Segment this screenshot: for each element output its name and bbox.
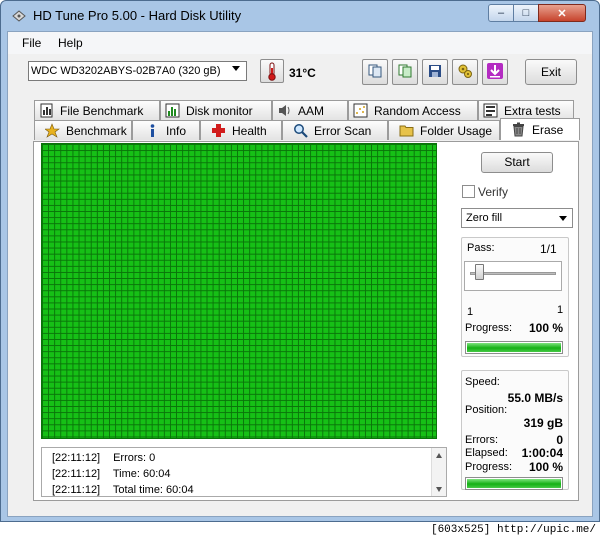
tab-label: Benchmark <box>66 123 127 138</box>
start-button[interactable]: Start <box>481 152 553 173</box>
exit-button[interactable]: Exit <box>525 59 577 85</box>
tab-info[interactable]: Info <box>132 120 200 140</box>
pass-label: Pass: <box>467 242 495 254</box>
tab-label: Error Scan <box>314 123 372 138</box>
tab-label: Random Access <box>374 103 461 118</box>
drive-select[interactable]: WDC WD3202ABYS-02B7A0 (320 gB) <box>28 61 247 81</box>
tab-label: Health <box>232 123 267 138</box>
log-scrollbar[interactable] <box>431 448 446 496</box>
tab-label: File Benchmark <box>60 103 144 118</box>
speed-label: Speed: <box>465 376 500 388</box>
menu-help[interactable]: Help <box>58 36 83 50</box>
total-progress-bar <box>465 477 563 490</box>
copy-text-icon <box>367 63 383 82</box>
extra-tests-icon <box>483 103 498 118</box>
slider-thumb[interactable] <box>475 264 484 280</box>
speed-value: 55.0 MB/s <box>507 391 563 405</box>
log-entry: [22:11:12] Total time: 60:04 <box>52 484 194 496</box>
copy-screenshot-button[interactable] <box>392 59 418 85</box>
tab-label: AAM <box>298 103 325 118</box>
position-label: Position: <box>465 404 508 416</box>
scroll-up-icon[interactable] <box>436 453 442 458</box>
progress-value-total: 100 % <box>528 460 563 474</box>
slider-max: 1 <box>557 304 564 316</box>
tab-error-scan[interactable]: Error Scan <box>282 120 388 140</box>
tab-aam[interactable]: AAM <box>272 100 348 120</box>
close-button[interactable]: ✕ <box>538 4 586 22</box>
log-list[interactable]: [22:11:12] Errors: 0 [22:11:12] Time: 60… <box>41 447 447 497</box>
elapsed-value: 1:00:04 <box>521 446 563 460</box>
download-icon <box>486 62 504 83</box>
progress-fill <box>467 479 561 488</box>
file-benchmark-icon <box>39 103 54 118</box>
errors-label: Errors: <box>465 434 498 446</box>
pass-value: 1/1 <box>540 242 557 256</box>
window-title: HD Tune Pro 5.00 - Hard Disk Utility <box>33 8 242 23</box>
folder-icon <box>399 123 414 138</box>
save-button[interactable] <box>422 59 448 85</box>
menu-bar: File Help <box>8 32 592 54</box>
temperature-readout: 31°C <box>289 66 316 80</box>
tab-label: Disk monitor <box>186 103 253 118</box>
maximize-button[interactable]: □ <box>513 4 539 22</box>
progress-label: Progress: <box>465 322 513 334</box>
benchmark-icon <box>44 123 60 138</box>
tab-file-benchmark[interactable]: File Benchmark <box>34 100 160 120</box>
info-icon <box>145 123 160 138</box>
errors-value: 0 <box>556 433 563 447</box>
minimize-button[interactable]: – <box>488 4 514 22</box>
menu-file[interactable]: File <box>22 36 41 50</box>
log-text: Time: 60:04 <box>112 468 171 480</box>
tab-folder-usage[interactable]: Folder Usage <box>388 120 500 140</box>
block-map <box>41 143 437 439</box>
app-window: HD Tune Pro 5.00 - Hard Disk Utility – □… <box>0 0 600 522</box>
verify-label[interactable]: Verify <box>478 185 508 199</box>
random-access-icon <box>353 103 368 118</box>
log-time: [22:11:12] <box>52 484 101 496</box>
speaker-icon <box>277 103 292 118</box>
log-entry: [22:11:12] Time: 60:04 <box>52 468 171 480</box>
tab-benchmark[interactable]: Benchmark <box>34 120 132 140</box>
scroll-down-icon[interactable] <box>436 487 442 492</box>
trash-icon <box>511 122 526 137</box>
verify-checkbox[interactable] <box>462 185 475 198</box>
progress-value: 100 % <box>528 321 563 335</box>
tab-extra-tests[interactable]: Extra tests <box>478 100 574 120</box>
chevron-down-icon[interactable] <box>559 216 567 221</box>
options-button[interactable] <box>452 59 478 85</box>
log-text: Total time: 60:04 <box>112 484 194 496</box>
tab-label: Extra tests <box>504 103 561 118</box>
tab-disk-monitor[interactable]: Disk monitor <box>160 100 272 120</box>
magnifier-icon <box>293 123 308 138</box>
tab-label: Folder Usage <box>420 123 493 138</box>
hd-tune-app-icon <box>12 10 26 22</box>
pass-progress-bar <box>465 341 563 354</box>
elapsed-label: Elapsed: <box>465 447 508 459</box>
image-host-caption: [603x525] http://upic.me/ <box>430 524 596 536</box>
disk-monitor-icon <box>165 103 180 118</box>
thermometer-icon <box>260 59 284 83</box>
erase-mode-select[interactable]: Zero fill <box>461 208 573 228</box>
save-icon <box>427 63 443 82</box>
tab-random-access[interactable]: Random Access <box>348 100 478 120</box>
options-icon <box>457 63 473 82</box>
log-text: Errors: 0 <box>113 452 156 464</box>
log-time: [22:11:12] <box>52 468 101 480</box>
slider-min: 1 <box>467 306 474 318</box>
health-icon <box>211 123 226 138</box>
tab-erase[interactable]: Erase <box>500 118 580 140</box>
chevron-down-icon[interactable] <box>232 66 240 71</box>
position-value: 319 gB <box>523 416 563 430</box>
progress-fill <box>467 343 561 352</box>
copy-text-button[interactable] <box>362 59 388 85</box>
tab-label: Erase <box>532 122 564 137</box>
download-button[interactable] <box>482 59 508 85</box>
tab-health[interactable]: Health <box>200 120 282 140</box>
tab-label: Info <box>166 123 187 138</box>
progress-label-total: Progress: <box>465 461 513 473</box>
log-time: [22:11:12] <box>52 452 101 464</box>
log-entry: [22:11:12] Errors: 0 <box>52 452 155 464</box>
copy-screenshot-icon <box>397 63 413 82</box>
